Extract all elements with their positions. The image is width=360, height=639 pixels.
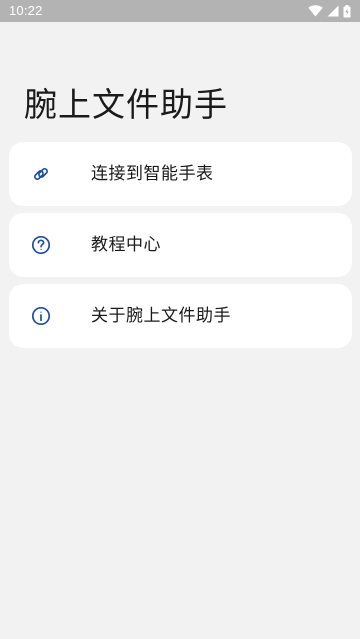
help-circle-icon (31, 235, 51, 255)
tutorial-center-label: 教程中心 (91, 235, 161, 255)
tutorial-center-button[interactable]: 教程中心 (9, 213, 352, 277)
wifi-icon (308, 5, 323, 17)
connect-smartwatch-label: 连接到智能手表 (91, 164, 214, 184)
status-bar: 10:22 (0, 0, 360, 22)
connect-smartwatch-button[interactable]: 连接到智能手表 (9, 142, 352, 206)
cellular-signal-icon (327, 5, 339, 17)
page-title: 腕上文件助手 (24, 85, 228, 124)
battery-charging-icon (343, 4, 351, 18)
status-time: 10:22 (9, 3, 43, 18)
about-app-label: 关于腕上文件助手 (91, 306, 231, 326)
info-circle-icon (31, 306, 51, 326)
status-icons (308, 4, 351, 18)
link-icon (31, 164, 51, 184)
about-app-button[interactable]: 关于腕上文件助手 (9, 284, 352, 348)
